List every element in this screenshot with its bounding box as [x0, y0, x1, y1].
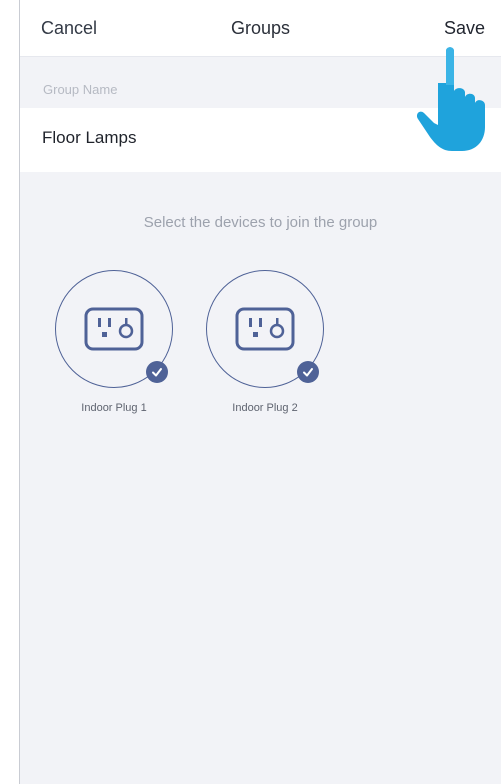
app-screen: Cancel Groups Save Group Name Select the… — [19, 0, 501, 784]
device-label: Indoor Plug 2 — [232, 402, 298, 414]
device-circle[interactable] — [206, 270, 324, 388]
selected-check-icon — [297, 361, 319, 383]
page-title: Groups — [230, 18, 291, 38]
save-button[interactable]: Save — [444, 18, 485, 39]
group-name-label: Group Name — [43, 82, 118, 97]
outlet-icon — [235, 307, 295, 351]
device-indoor-plug-2[interactable]: Indoor Plug 2 — [203, 270, 327, 414]
group-name-input[interactable] — [42, 128, 422, 148]
select-devices-instruction: Select the devices to join the group — [143, 214, 378, 231]
selected-check-icon — [146, 361, 168, 383]
outlet-icon — [84, 307, 144, 351]
device-indoor-plug-1[interactable]: Indoor Plug 1 — [52, 270, 176, 414]
device-circle[interactable] — [55, 270, 173, 388]
group-name-row — [20, 108, 501, 172]
navigation-bar: Cancel Groups Save — [20, 0, 501, 57]
device-label: Indoor Plug 1 — [81, 402, 147, 414]
